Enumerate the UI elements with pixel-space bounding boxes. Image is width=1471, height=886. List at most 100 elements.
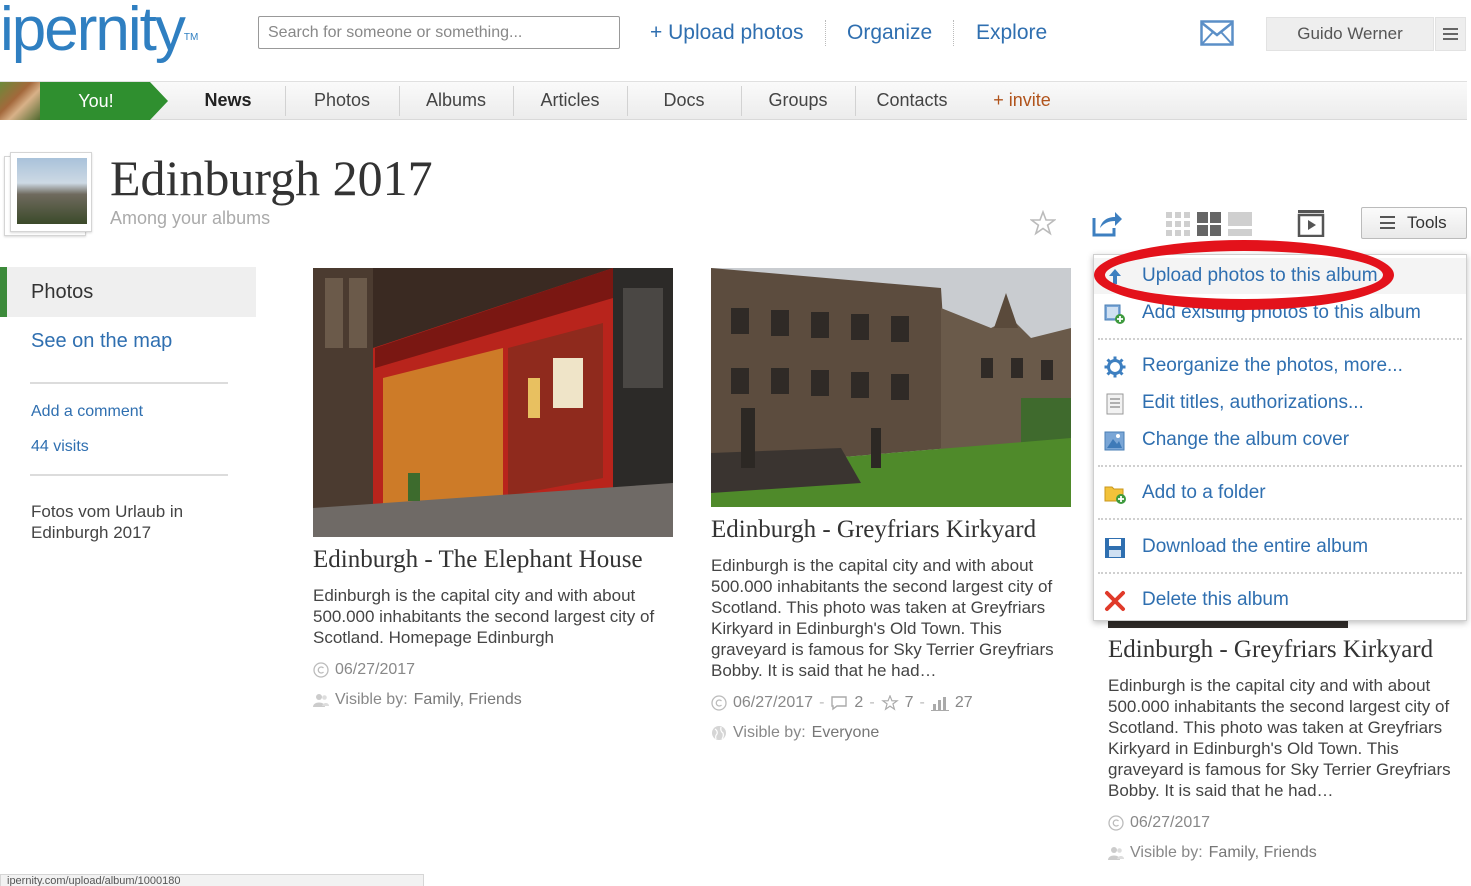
photo-title[interactable]: Edinburgh - Greyfriars Kirkyard [1108,636,1433,664]
tab-groups[interactable]: Groups [742,82,854,120]
photo-description: Edinburgh is the capital city and with a… [1108,676,1451,800]
photo-thumbnail-greyfriars[interactable] [711,268,1071,507]
photo-date: 06/27/2017 [335,661,416,678]
small-grid-view-icon[interactable] [1166,211,1190,237]
favorite-count[interactable]: 7 [905,694,914,712]
globe-icon [712,726,726,740]
sidebar-divider [30,474,228,476]
medium-grid-view-icon[interactable] [1197,211,1221,237]
browser-status-bar: ipernity.com/upload/album/1000180 [0,874,424,886]
photo-title[interactable]: Edinburgh - Greyfriars Kirkyard [711,516,1036,544]
album-cover-thumbnail[interactable] [4,150,96,238]
tab-articles[interactable]: Articles [514,82,626,120]
menu-item-reorganize[interactable]: Reorganize the photos, more... [1094,348,1466,384]
photo-visibility: Visible by: Family, Friends [313,691,522,709]
star-icon[interactable] [1029,209,1057,236]
menu-item-label: Reorganize the photos, more... [1142,355,1403,376]
menu-item-edit-titles[interactable]: Edit titles, authorizations... [1094,385,1466,421]
tools-button-label: Tools [1407,213,1447,232]
menu-divider [1098,572,1462,574]
views-chart-icon [930,697,949,711]
photo-visibility: Visible by: Everyone [711,724,879,742]
page-title: Edinburgh 2017 [110,150,433,206]
you-tab-label: You! [78,91,114,111]
favorite-star-icon [880,695,899,711]
copyright-icon [313,662,329,678]
organize-link[interactable]: Organize [847,18,932,48]
visible-label: Visible by: [733,724,806,741]
visible-label: Visible by: [335,691,408,708]
tools-button[interactable]: Tools [1361,207,1467,239]
share-icon[interactable] [1090,208,1124,238]
upload-photos-link[interactable]: + Upload photos [650,18,804,48]
visits-link[interactable]: 44 visits [31,438,89,456]
menu-item-download-album[interactable]: Download the entire album [1094,529,1466,565]
album-subtitle: Among your albums [110,208,271,228]
menu-item-label: Add to a folder [1142,482,1266,503]
picture-icon [1104,431,1125,451]
photo-description: Edinburgh is the capital city and with a… [313,586,655,647]
menu-divider [1098,518,1462,520]
menu-item-label: Add existing photos to this album [1142,302,1421,323]
photo-title[interactable]: Edinburgh - The Elephant House [313,546,643,574]
view-count[interactable]: 27 [955,694,973,712]
tab-photos[interactable]: Photos [286,82,398,120]
copyright-icon [711,695,727,711]
menu-item-change-cover[interactable]: Change the album cover [1094,422,1466,458]
explore-link[interactable]: Explore [976,18,1047,48]
visible-label: Visible by: [1130,844,1203,861]
see-on-map-link[interactable]: See on the map [31,330,172,353]
photo-meta: 06/27/2017 [1108,814,1210,832]
invite-link[interactable]: + invite [970,82,1074,120]
menu-item-label: Download the entire album [1142,536,1369,557]
gear-icon [1104,356,1126,378]
menu-divider [1098,338,1462,340]
copyright-icon [1108,815,1124,831]
avatar[interactable] [0,82,40,120]
sidebar-item-photos[interactable]: Photos [0,267,256,317]
ipernity-logo[interactable]: ipernityTM [0,0,210,64]
tab-contacts[interactable]: Contacts [856,82,968,120]
tab-docs[interactable]: Docs [628,82,740,120]
menu-item-delete-album[interactable]: Delete this album [1094,582,1466,618]
menu-item-add-existing-photos[interactable]: Add existing photos to this album [1094,295,1466,331]
tab-news[interactable]: News [172,82,284,120]
people-icon [1108,847,1124,860]
photo-date: 06/27/2017 [1130,814,1211,831]
comment-count[interactable]: 2 [854,694,863,712]
menu-item-label: Change the album cover [1142,429,1350,450]
search-input[interactable] [258,16,620,49]
menu-item-label: Delete this album [1142,589,1289,610]
tools-dropdown-menu: Upload photos to this album Add existing… [1093,254,1467,621]
tab-albums[interactable]: Albums [400,82,512,120]
tools-menu-icon [1380,216,1395,229]
menu-divider [1098,465,1462,467]
logo-text: ipernity [0,0,186,64]
photo-meta: 06/27/2017 [313,661,415,679]
nav-divider [953,20,954,46]
save-disk-icon [1105,538,1125,558]
you-tab[interactable]: You! [40,82,170,120]
mail-icon[interactable] [1200,20,1234,46]
menu-item-add-to-folder[interactable]: Add to a folder [1094,475,1466,511]
photo-date: 06/27/2017 [733,694,814,711]
photo-meta: 06/27/2017 - 2 - 7 - 27 [711,694,973,712]
hamburger-menu-icon[interactable] [1435,17,1466,51]
visible-value[interactable]: Family, Friends [1209,844,1317,862]
menu-item-upload-photos[interactable]: Upload photos to this album [1094,258,1466,294]
slideshow-icon[interactable] [1297,209,1325,238]
add-comment-link[interactable]: Add a comment [31,403,143,421]
menu-item-label: Edit titles, authorizations... [1142,392,1364,413]
photo-thumbnail-elephant-house[interactable] [313,268,673,537]
user-menu-button[interactable]: Guido Werner [1266,17,1434,51]
folder-add-icon [1104,486,1126,504]
logo-tm: TM [183,32,199,43]
visible-value[interactable]: Family, Friends [414,691,522,709]
large-view-icon[interactable] [1228,211,1252,237]
people-icon [313,694,329,707]
add-photos-icon [1104,304,1125,324]
nav-divider [825,20,826,46]
album-description: Fotos vom Urlaub in Edinburgh 2017 [31,502,184,542]
photo-visibility: Visible by: Family, Friends [1108,844,1317,862]
visible-value[interactable]: Everyone [812,724,880,742]
